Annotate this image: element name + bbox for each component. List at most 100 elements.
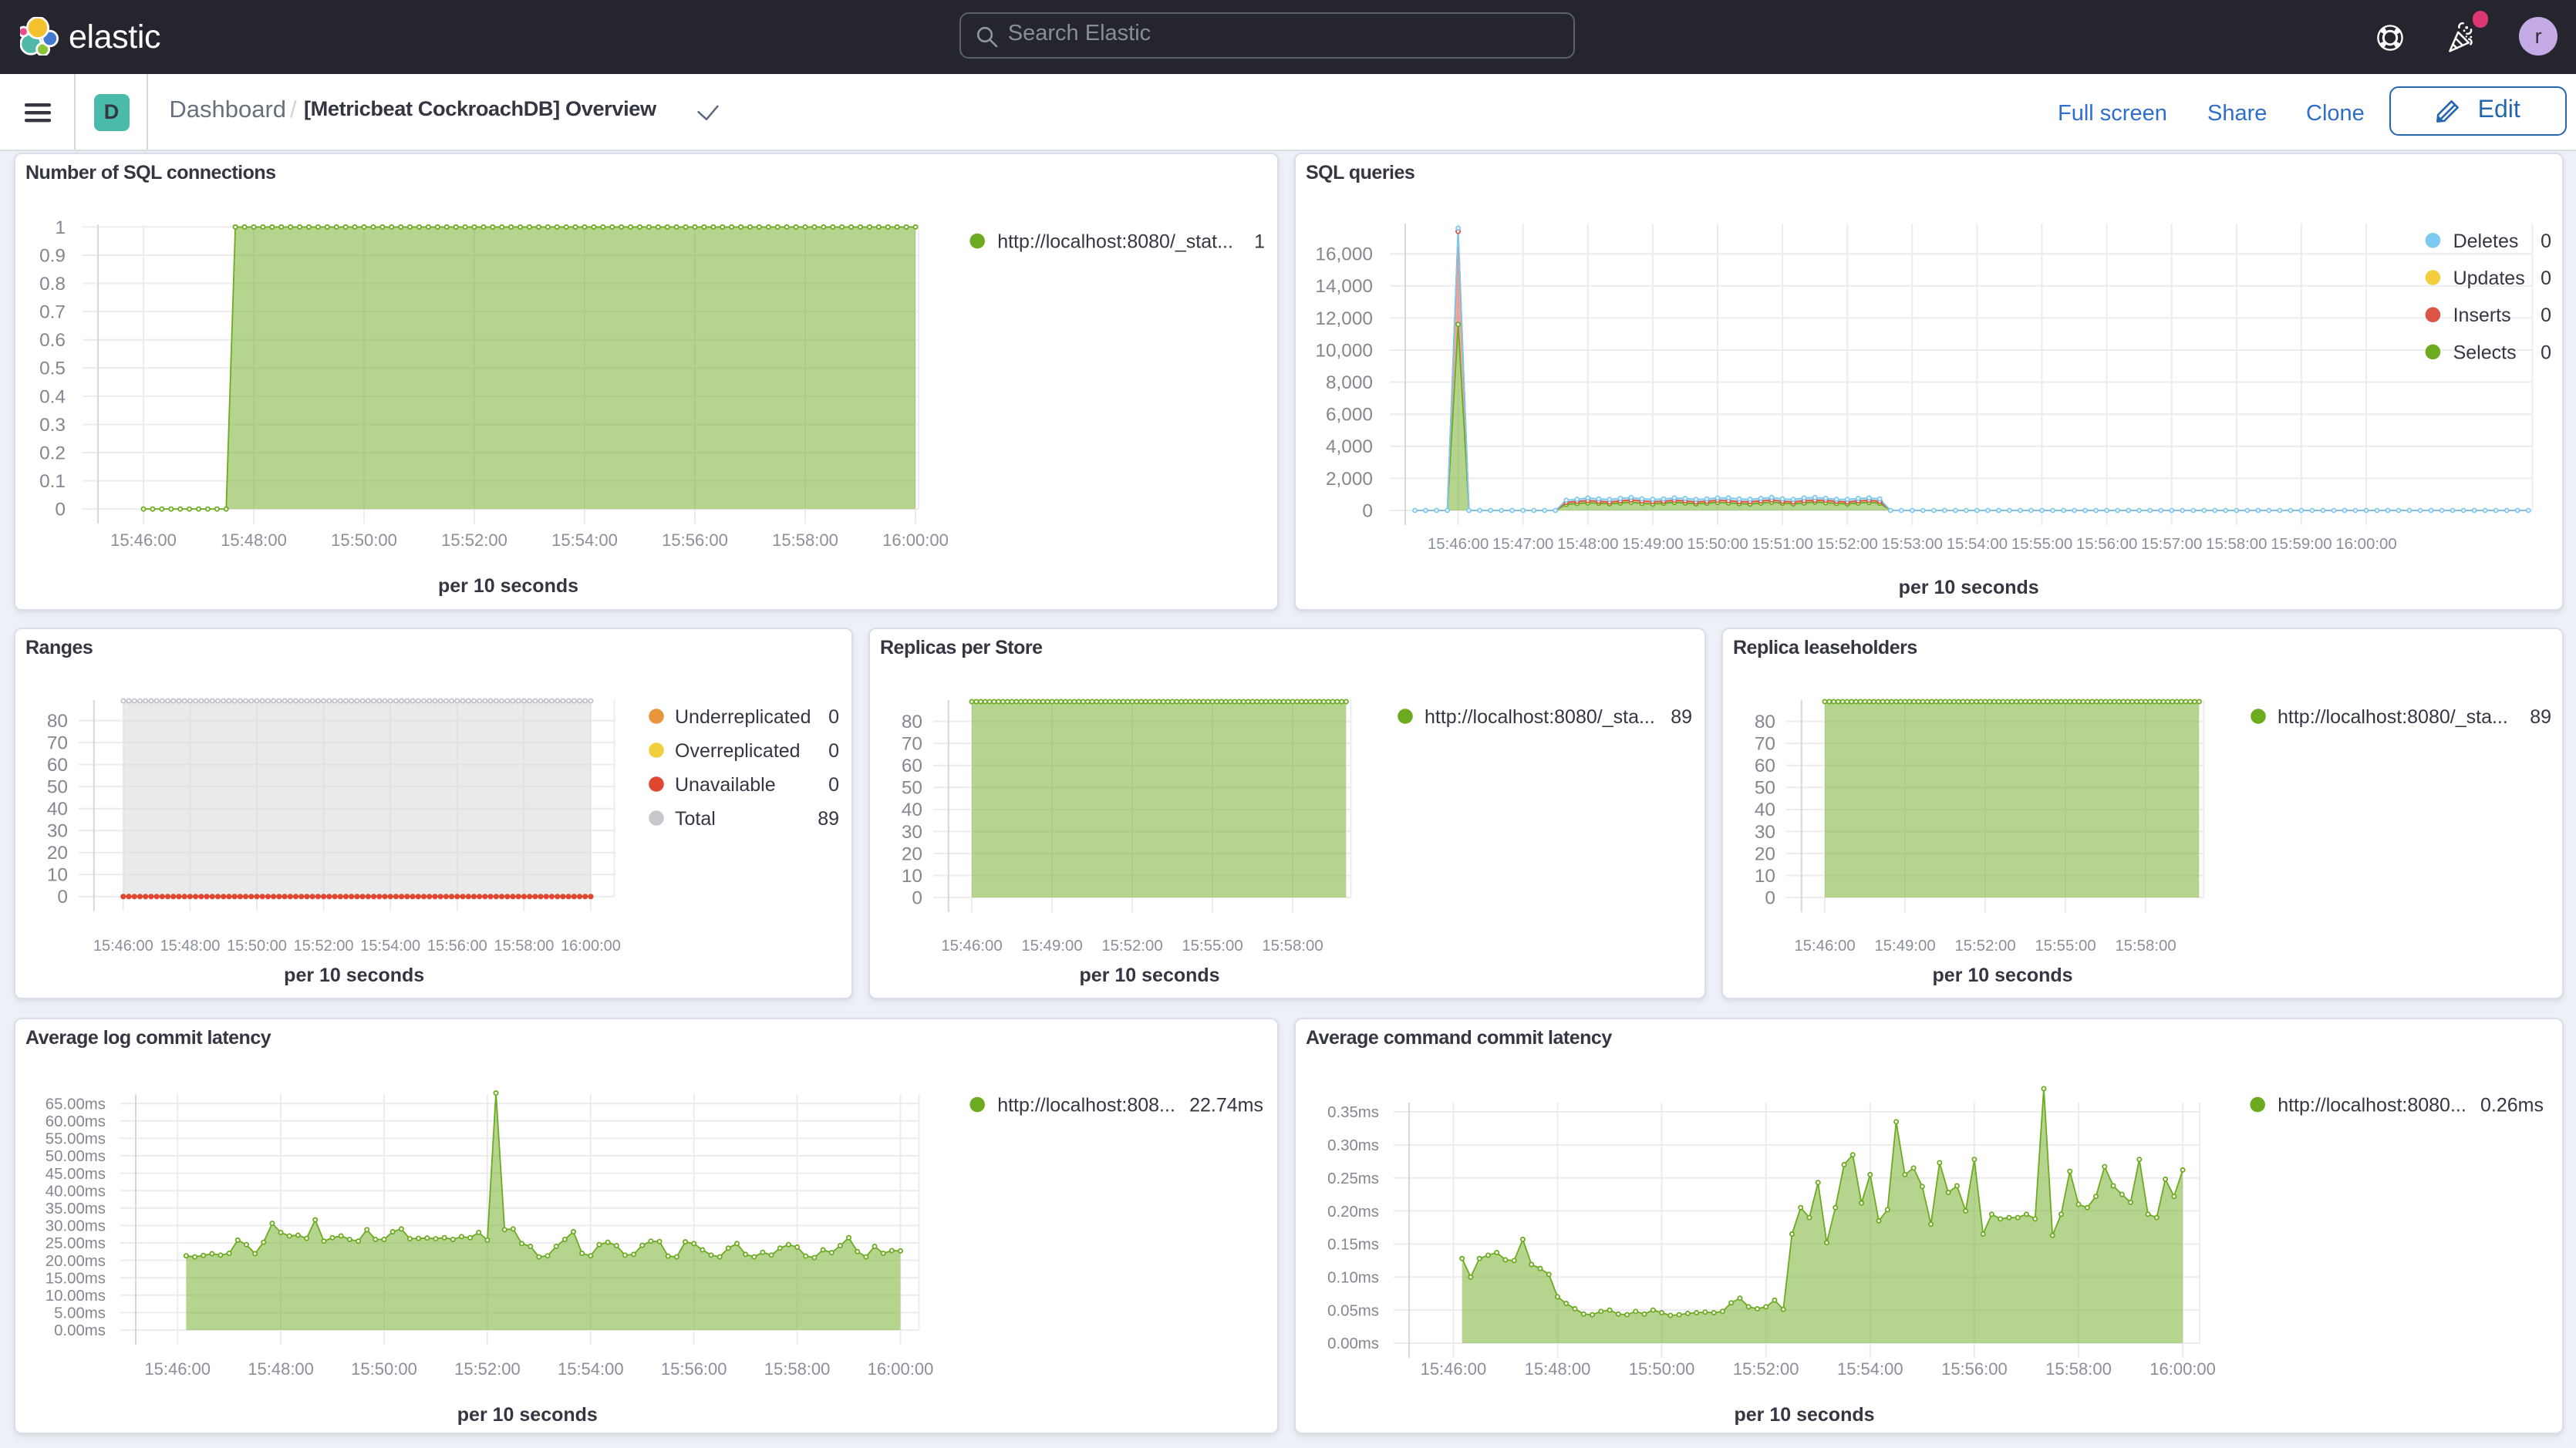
svg-text:80: 80: [901, 712, 922, 732]
svg-text:16:00:00: 16:00:00: [2335, 536, 2396, 553]
svg-text:20.00ms: 20.00ms: [45, 1253, 105, 1270]
svg-text:14,000: 14,000: [1314, 276, 1372, 297]
svg-text:15:56:00: 15:56:00: [2075, 536, 2136, 553]
svg-text:15:58:00: 15:58:00: [2114, 938, 2175, 955]
svg-text:15:50:00: 15:50:00: [1686, 536, 1747, 553]
svg-text:Updates: Updates: [2453, 268, 2524, 289]
svg-text:15:52:00: 15:52:00: [1816, 536, 1877, 553]
svg-text:0.30ms: 0.30ms: [1327, 1137, 1378, 1154]
svg-text:20: 20: [46, 843, 67, 864]
svg-text:16:00:00: 16:00:00: [867, 1359, 933, 1379]
svg-text:70: 70: [46, 733, 67, 754]
svg-text:1: 1: [54, 217, 65, 238]
svg-text:2,000: 2,000: [1325, 469, 1372, 490]
svg-text:40.00ms: 40.00ms: [45, 1183, 105, 1200]
svg-text:80: 80: [46, 711, 67, 732]
svg-text:0: 0: [828, 706, 838, 728]
svg-text:15:49:00: 15:49:00: [1621, 536, 1682, 553]
svg-text:15:54:00: 15:54:00: [1836, 1359, 1903, 1379]
svg-text:80: 80: [1754, 712, 1775, 732]
svg-text:0.00ms: 0.00ms: [1327, 1335, 1378, 1352]
svg-text:15:50:00: 15:50:00: [330, 530, 396, 550]
svg-text:10: 10: [46, 865, 67, 886]
svg-text:65.00ms: 65.00ms: [45, 1096, 105, 1113]
svg-text:0.7: 0.7: [39, 302, 65, 323]
svg-text:per 10 seconds: per 10 seconds: [457, 1404, 597, 1426]
svg-text:0.26ms: 0.26ms: [2480, 1095, 2543, 1116]
svg-text:15:54:00: 15:54:00: [551, 530, 617, 550]
svg-text:15:57:00: 15:57:00: [2140, 536, 2201, 553]
svg-text:0.05ms: 0.05ms: [1327, 1302, 1378, 1319]
svg-text:16:00:00: 16:00:00: [2149, 1359, 2215, 1379]
svg-text:50: 50: [46, 777, 67, 798]
svg-text:22.74ms: 22.74ms: [1189, 1095, 1263, 1116]
svg-text:per 10 seconds: per 10 seconds: [1733, 1404, 1873, 1426]
svg-text:15:47:00: 15:47:00: [1492, 536, 1553, 553]
svg-text:0.2: 0.2: [39, 443, 65, 463]
svg-text:15:50:00: 15:50:00: [226, 938, 286, 955]
svg-text:15:46:00: 15:46:00: [1420, 1359, 1486, 1379]
svg-text:15:46:00: 15:46:00: [1427, 536, 1488, 553]
svg-text:15:46:00: 15:46:00: [93, 938, 153, 955]
svg-text:89: 89: [2529, 706, 2551, 728]
svg-text:40: 40: [46, 799, 67, 820]
svg-text:16:00:00: 16:00:00: [560, 938, 620, 955]
svg-text:15:58:00: 15:58:00: [2045, 1359, 2111, 1379]
svg-text:60: 60: [46, 755, 67, 776]
svg-text:15:53:00: 15:53:00: [1881, 536, 1942, 553]
svg-text:15:50:00: 15:50:00: [1628, 1359, 1694, 1379]
svg-text:15.00ms: 15.00ms: [45, 1270, 105, 1287]
svg-text:20: 20: [901, 844, 922, 864]
svg-text:per 10 seconds: per 10 seconds: [1898, 577, 2038, 598]
svg-text:15:46:00: 15:46:00: [940, 938, 1001, 955]
svg-text:15:48:00: 15:48:00: [159, 938, 219, 955]
svg-text:0.5: 0.5: [39, 359, 65, 379]
svg-text:15:58:00: 15:58:00: [493, 938, 553, 955]
svg-text:6,000: 6,000: [1325, 405, 1372, 426]
svg-text:15:46:00: 15:46:00: [143, 1359, 210, 1379]
svg-text:15:48:00: 15:48:00: [1524, 1359, 1590, 1379]
svg-text:55.00ms: 55.00ms: [45, 1131, 105, 1148]
svg-text:10.00ms: 10.00ms: [45, 1288, 105, 1305]
svg-text:Unavailable: Unavailable: [674, 774, 775, 796]
svg-text:45.00ms: 45.00ms: [45, 1166, 105, 1183]
svg-text:0: 0: [2540, 231, 2551, 252]
svg-text:0: 0: [54, 500, 65, 520]
svg-text:15:54:00: 15:54:00: [359, 938, 420, 955]
svg-text:89: 89: [817, 808, 838, 830]
svg-text:15:54:00: 15:54:00: [1946, 536, 2007, 553]
svg-text:Selects: Selects: [2453, 342, 2516, 363]
svg-text:15:58:00: 15:58:00: [771, 530, 838, 550]
svg-text:0.10ms: 0.10ms: [1327, 1269, 1378, 1286]
svg-text:15:46:00: 15:46:00: [110, 530, 176, 550]
svg-text:0: 0: [56, 887, 67, 908]
svg-text:15:48:00: 15:48:00: [220, 530, 286, 550]
svg-text:8,000: 8,000: [1325, 372, 1372, 393]
svg-text:70: 70: [901, 734, 922, 755]
svg-text:15:52:00: 15:52:00: [1101, 938, 1162, 955]
svg-text:0.1: 0.1: [39, 471, 65, 492]
svg-text:60.00ms: 60.00ms: [45, 1113, 105, 1130]
svg-text:15:52:00: 15:52:00: [453, 1359, 520, 1379]
svg-text:70: 70: [1754, 734, 1775, 755]
svg-text:http://localhost:8080/_sta...: http://localhost:8080/_sta...: [2277, 706, 2507, 728]
svg-text:50.00ms: 50.00ms: [45, 1148, 105, 1165]
svg-text:35.00ms: 35.00ms: [45, 1200, 105, 1217]
svg-text:0: 0: [1361, 500, 1372, 521]
svg-text:per 10 seconds: per 10 seconds: [437, 575, 578, 597]
svg-text:0.25ms: 0.25ms: [1327, 1170, 1378, 1187]
svg-text:10,000: 10,000: [1314, 340, 1372, 361]
svg-text:12,000: 12,000: [1314, 308, 1372, 329]
svg-text:15:50:00: 15:50:00: [350, 1359, 416, 1379]
svg-text:10: 10: [901, 866, 922, 887]
svg-text:0: 0: [911, 887, 922, 908]
svg-text:15:55:00: 15:55:00: [2034, 938, 2095, 955]
svg-text:0.20ms: 0.20ms: [1327, 1204, 1378, 1221]
svg-text:0: 0: [2540, 268, 2551, 289]
svg-text:15:49:00: 15:49:00: [1873, 938, 1934, 955]
svg-text:15:58:00: 15:58:00: [1261, 938, 1322, 955]
svg-text:60: 60: [901, 756, 922, 776]
svg-text:50: 50: [901, 778, 922, 799]
svg-text:50: 50: [1754, 778, 1775, 799]
svg-text:http://localhost:808...: http://localhost:808...: [996, 1095, 1175, 1116]
